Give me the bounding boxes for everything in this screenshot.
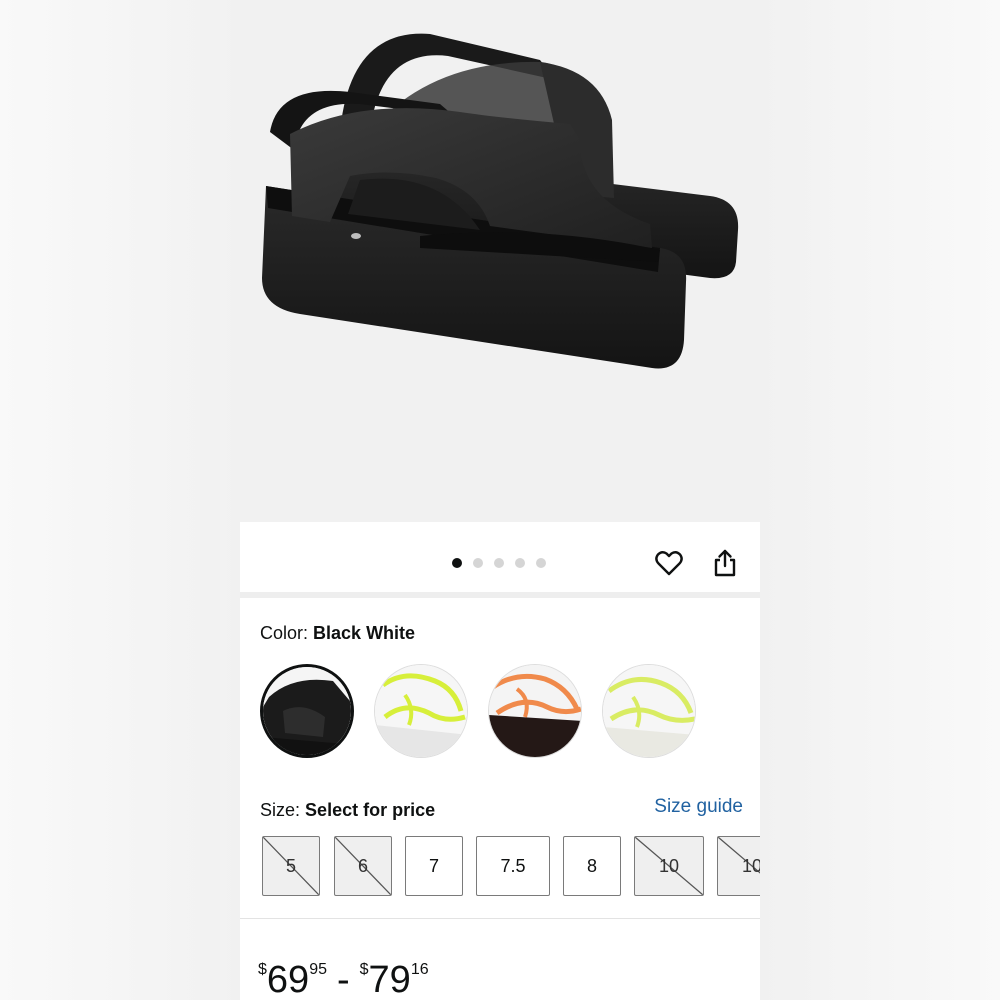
- pagination-dot[interactable]: [494, 558, 504, 568]
- size-option-label: 10: [658, 855, 680, 876]
- swatch-image: [489, 665, 581, 757]
- size-option-8[interactable]: 8: [563, 836, 621, 896]
- size-option-label: 6: [357, 855, 368, 876]
- color-swatch-white-yellow[interactable]: [602, 664, 696, 758]
- price-high-currency: $: [359, 961, 369, 978]
- price-high-fraction: 16: [410, 961, 429, 978]
- swatch-image: [263, 667, 351, 755]
- color-swatch-black-orange[interactable]: [488, 664, 582, 758]
- color-swatches: [260, 664, 696, 758]
- color-selected-value: Black White: [313, 623, 416, 643]
- size-option-7[interactable]: 7: [405, 836, 463, 896]
- color-label: Color:: [260, 623, 309, 643]
- size-option-7-5[interactable]: 7.5: [476, 836, 550, 896]
- swatch-image: [375, 665, 467, 757]
- size-option-6[interactable]: 6: [334, 836, 392, 896]
- size-label: Size:: [260, 800, 301, 820]
- heart-icon: [655, 551, 683, 576]
- price-range: $6995- $7916: [258, 948, 429, 1000]
- pagination-dot-active[interactable]: [452, 558, 462, 568]
- background-left: [0, 0, 240, 1000]
- price-separator: -: [336, 959, 350, 1000]
- size-selected-value: Select for price: [305, 800, 436, 820]
- size-option-5[interactable]: 5: [262, 836, 320, 896]
- product-screen: Color: Black White Size: Select for pric…: [240, 0, 760, 1000]
- color-swatch-white-lime[interactable]: [374, 664, 468, 758]
- gallery-bar: [240, 522, 760, 598]
- favorite-button[interactable]: [654, 548, 684, 578]
- share-icon: [714, 549, 736, 577]
- size-option-label: 7: [428, 855, 439, 876]
- size-selection-label: Size: Select for price: [260, 798, 435, 822]
- pagination-dot[interactable]: [515, 558, 525, 568]
- share-button[interactable]: [710, 548, 740, 578]
- price-low-whole: 69: [266, 959, 310, 1000]
- pagination-dot[interactable]: [473, 558, 483, 568]
- sandal-illustration: [262, 33, 739, 369]
- price-low-fraction: 95: [309, 961, 327, 978]
- size-option-label: 10: [741, 855, 760, 876]
- size-option-10[interactable]: 10: [634, 836, 704, 896]
- size-option-label: 7.5: [500, 855, 526, 876]
- section-divider: [240, 918, 760, 919]
- price-low-currency: $: [258, 961, 267, 978]
- color-selection-label: Color: Black White: [260, 622, 415, 644]
- size-option-label: 8: [586, 855, 597, 876]
- size-guide-link[interactable]: Size guide: [654, 796, 743, 818]
- size-options: 5 6 7 7.5 8 10 10: [262, 836, 760, 898]
- swatch-image: [603, 665, 695, 757]
- product-image[interactable]: [240, 0, 760, 522]
- image-pagination-dots[interactable]: [452, 558, 546, 568]
- pagination-dot[interactable]: [536, 558, 546, 568]
- size-option-10-partial[interactable]: 10: [717, 836, 760, 896]
- price-high-whole: 79: [368, 959, 411, 1000]
- color-swatch-black[interactable]: [260, 664, 354, 758]
- size-option-label: 5: [285, 855, 296, 876]
- background-right: [760, 0, 1000, 1000]
